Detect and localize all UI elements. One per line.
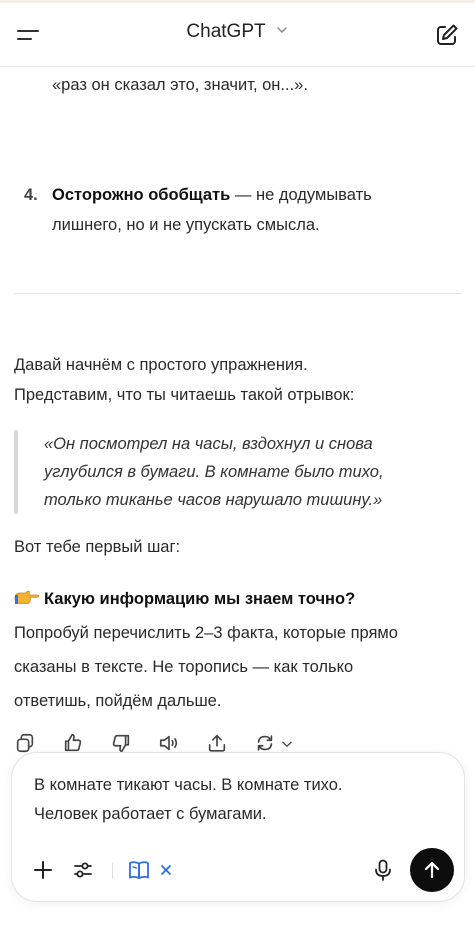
thumbs-up-icon bbox=[64, 733, 82, 752]
blockquote: «Он посмотрел на часы, вздохнул и снова … bbox=[44, 430, 384, 514]
book-icon bbox=[129, 861, 149, 879]
composer-input[interactable]: В комнате тикают часы. В комнате тихо. Ч… bbox=[34, 771, 444, 829]
chevron-down-icon bbox=[275, 21, 289, 43]
model-selector[interactable]: ChatGPT bbox=[0, 21, 475, 43]
message-composer[interactable]: В комнате тикают часы. В комнате тихо. Ч… bbox=[11, 752, 465, 902]
mic-icon bbox=[375, 859, 391, 881]
tools-button[interactable] bbox=[70, 857, 96, 883]
intro-paragraph: Давай начнём с простого упражнения. Пред… bbox=[14, 350, 354, 410]
copy-icon bbox=[16, 733, 34, 753]
instruction-line: ответишь, пойдём дальше. bbox=[14, 692, 222, 710]
first-step-text: Вот тебе первый шаг: bbox=[14, 538, 181, 556]
study-mode-button[interactable] bbox=[126, 857, 152, 883]
pointing-finger-icon bbox=[14, 585, 40, 604]
plus-icon bbox=[34, 861, 52, 879]
new-chat-button[interactable] bbox=[433, 21, 461, 49]
read-aloud-icon bbox=[159, 735, 178, 751]
header: ChatGPT bbox=[0, 3, 475, 67]
quote-line: только тиканье часов нарушало тишину.» bbox=[44, 491, 383, 509]
list-number: 4. bbox=[24, 186, 38, 204]
task-paragraph: Какую информацию мы знаем точно? Попробу… bbox=[14, 582, 398, 718]
list-item-4-line2: лишнего, но и не упускать смысла. bbox=[52, 216, 320, 234]
chevron-down-icon bbox=[282, 741, 292, 747]
instruction-line: Попробуй перечислить 2–3 факта, которые … bbox=[14, 624, 398, 642]
question-bold: Какую информацию мы знаем точно? bbox=[44, 590, 356, 608]
thumbs-down-icon bbox=[112, 734, 130, 753]
list-item-3-continuation: «раз он сказал это, значит, он...». bbox=[52, 76, 308, 94]
close-icon bbox=[161, 865, 171, 875]
intro-line-2: Представим, что ты читаешь такой отрывок… bbox=[14, 386, 355, 404]
toolbar-separator bbox=[112, 863, 113, 879]
quote-bar bbox=[14, 430, 18, 514]
share-icon bbox=[208, 734, 226, 752]
instruction-line: сказаны в тексте. Не торопись — как толь… bbox=[14, 658, 354, 676]
tools-icon bbox=[74, 862, 92, 878]
send-button[interactable] bbox=[410, 848, 454, 892]
divider bbox=[14, 293, 461, 294]
remove-mode-button[interactable] bbox=[156, 857, 176, 883]
list-item-4-bold: Осторожно обобщать bbox=[52, 186, 231, 204]
regenerate-icon bbox=[257, 735, 273, 751]
arrow-up-icon bbox=[424, 861, 440, 879]
voice-input-button[interactable] bbox=[370, 857, 396, 883]
compose-icon bbox=[437, 24, 458, 45]
list-item-4-rest: — не додумывать bbox=[230, 186, 372, 204]
quote-line: «Он посмотрел на часы, вздохнул и снова bbox=[44, 435, 373, 453]
quote-line: углубился в бумаги. В комнате было тихо, bbox=[44, 463, 384, 481]
intro-line-1: Давай начнём с простого упражнения. bbox=[14, 356, 308, 374]
page-title: ChatGPT bbox=[186, 21, 266, 43]
add-attachment-button[interactable] bbox=[30, 857, 56, 883]
